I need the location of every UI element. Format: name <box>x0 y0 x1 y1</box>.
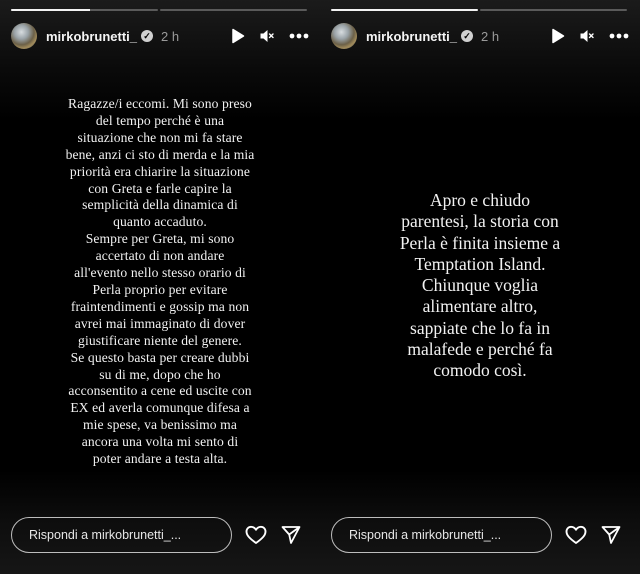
story-panel-left: mirkobrunetti_ ✓ 2 h Ragazze/i eccomi. M… <box>0 0 320 574</box>
username[interactable]: mirkobrunetti_ <box>46 29 137 44</box>
progress-fill <box>11 9 91 11</box>
verified-badge-icon: ✓ <box>461 30 474 42</box>
timestamp: 2 h <box>481 28 500 44</box>
heart-icon[interactable] <box>245 525 267 545</box>
progress-segment <box>11 9 158 11</box>
story-header: mirkobrunetti_ ✓ 2 h <box>11 22 309 50</box>
story-text: Apro e chiudo parentesi, la storia con P… <box>399 190 561 381</box>
avatar[interactable] <box>11 23 37 49</box>
reply-input[interactable]: Rispondi a mirkobrunetti_... <box>11 517 232 553</box>
progress-segment <box>160 9 307 11</box>
send-icon[interactable] <box>601 525 621 545</box>
story-footer: Rispondi a mirkobrunetti_... <box>11 517 309 553</box>
verified-badge-icon: ✓ <box>141 30 154 42</box>
username[interactable]: mirkobrunetti_ <box>366 29 457 44</box>
more-options-icon[interactable] <box>289 33 309 39</box>
send-icon[interactable] <box>281 525 301 545</box>
avatar[interactable] <box>331 23 357 49</box>
story-progress-bar <box>11 9 307 11</box>
progress-segment <box>331 9 478 11</box>
mute-icon[interactable] <box>579 28 595 44</box>
heart-icon[interactable] <box>565 525 587 545</box>
play-icon[interactable] <box>551 28 565 44</box>
story-progress-bar <box>331 9 627 11</box>
progress-fill <box>331 9 478 11</box>
story-footer: Rispondi a mirkobrunetti_... <box>331 517 629 553</box>
timestamp: 2 h <box>161 28 180 44</box>
story-text: Ragazze/i eccomi. Mi sono preso del temp… <box>65 96 255 467</box>
story-header: mirkobrunetti_ ✓ 2 h <box>331 22 629 50</box>
more-options-icon[interactable] <box>609 33 629 39</box>
progress-segment <box>480 9 627 11</box>
play-icon[interactable] <box>231 28 245 44</box>
story-panel-right: mirkobrunetti_ ✓ 2 h Apro e chiudo paren… <box>320 0 640 574</box>
reply-input[interactable]: Rispondi a mirkobrunetti_... <box>331 517 552 553</box>
mute-icon[interactable] <box>259 28 275 44</box>
